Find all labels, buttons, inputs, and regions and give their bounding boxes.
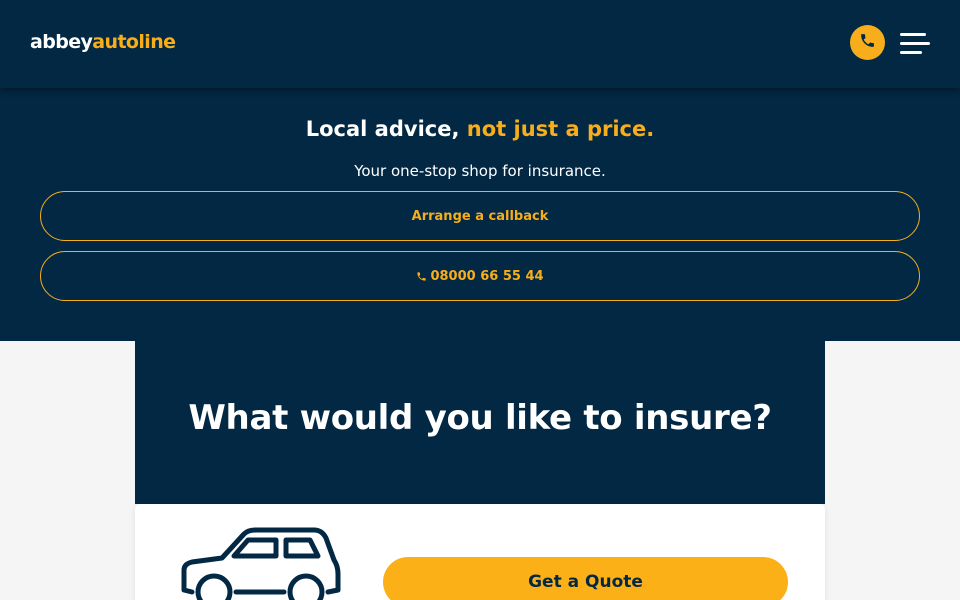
car-icon [178,526,342,600]
logo-text-abbey: abbey [30,31,93,53]
call-button[interactable] [850,25,885,60]
hero-subtitle: Your one-stop shop for insurance. [354,162,606,180]
logo-text-autoline: autoline [92,31,176,53]
logo[interactable]: abbeyautoline [30,31,176,53]
insure-panel: What would you like to insure? [135,341,825,504]
hero-title-accent: not just a price. [466,117,655,141]
arrange-callback-button[interactable]: Arrange a callback [40,191,920,241]
get-a-quote-button[interactable]: Get a Quote [383,557,788,600]
phone-number-button[interactable]: 08000 66 55 44 [40,251,920,301]
insure-title: What would you like to insure? [188,398,772,438]
hero-title-main: Local advice, [305,117,467,141]
hamburger-menu-icon[interactable] [898,31,932,57]
arrange-callback-label: Arrange a callback [411,208,549,224]
hero-section: Local advice, not just a price. Your one… [0,88,960,341]
phone-number-label: 08000 66 55 44 [430,268,544,284]
hero-title: Local advice, not just a price. [0,117,960,141]
get-a-quote-label: Get a Quote [528,572,643,592]
phone-icon [416,270,427,283]
phone-icon [859,32,876,53]
site-header: abbeyautoline [0,0,960,88]
car-insurance-card: Get a Quote [135,504,825,600]
